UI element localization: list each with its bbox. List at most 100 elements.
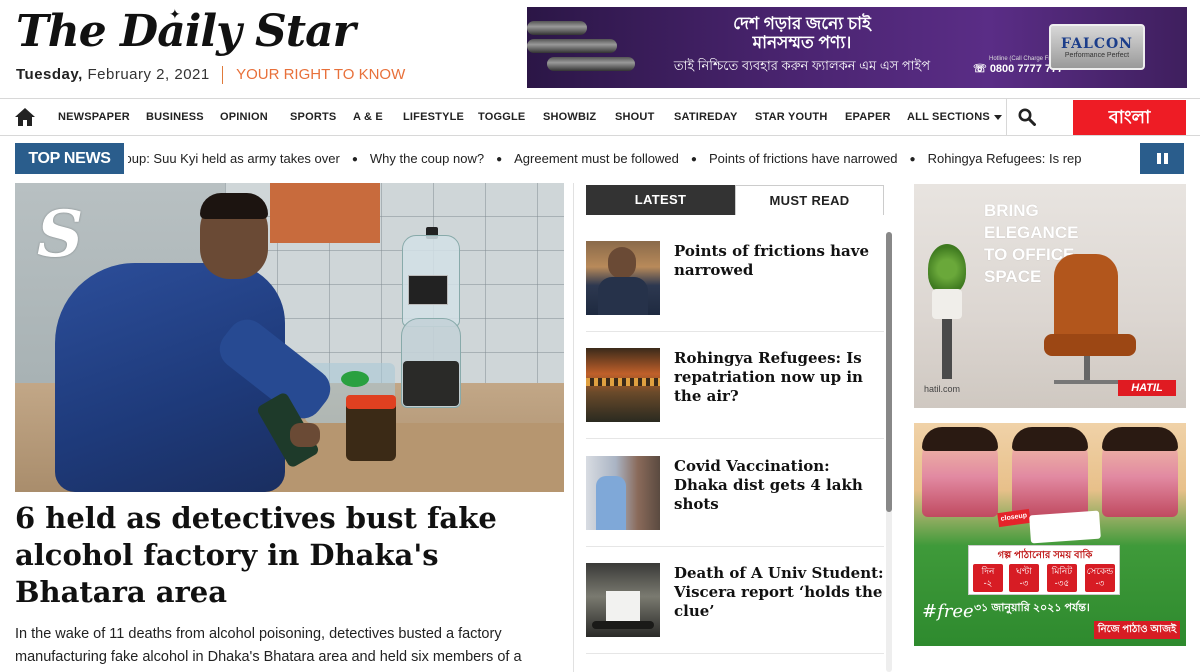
timer-cell-seconds: সেকেন্ড -৩ bbox=[1085, 564, 1115, 592]
search-icon[interactable] bbox=[1018, 108, 1036, 126]
list-separator bbox=[586, 653, 884, 654]
closeup-logo: closeup bbox=[997, 508, 1031, 528]
ad-deadline-date: ৩১ জানুয়ারি ২০২১ পর্যন্ত। bbox=[974, 602, 1090, 614]
news-thumbnail bbox=[586, 348, 660, 422]
list-item[interactable]: Rohingya Refugees: Is repatriation now u… bbox=[586, 339, 884, 439]
nav-item-star-youth[interactable]: STAR YOUTH bbox=[755, 111, 828, 123]
news-title[interactable]: Covid Vaccination: Dhaka dist gets 4 lak… bbox=[674, 457, 884, 514]
ticker-item[interactable]: Agreement must be followed bbox=[514, 151, 679, 166]
list-item[interactable]: Death of A Univ Student: Viscera report … bbox=[586, 554, 884, 654]
falcon-logo: FALCON Performance Perfect bbox=[1049, 24, 1145, 70]
ticker-item[interactable]: coup: Suu Kyi held as army takes over bbox=[128, 151, 340, 166]
ticker-label: TOP NEWS bbox=[15, 143, 124, 174]
timer-cell-hours: ঘণ্টা -৩ bbox=[1009, 564, 1039, 592]
plant-stand bbox=[942, 319, 952, 379]
tagline: YOUR RIGHT TO KNOW bbox=[236, 66, 406, 83]
chair-illustration bbox=[1054, 254, 1118, 344]
column-divider bbox=[573, 183, 574, 672]
timer-title: গল্প পাঠানোর সময় বাকি bbox=[997, 550, 1093, 561]
news-title[interactable]: Death of A Univ Student: Viscera report … bbox=[674, 564, 884, 621]
list-separator bbox=[586, 546, 884, 547]
nav-item-newspaper[interactable]: NEWSPAPER bbox=[58, 111, 130, 123]
news-thumbnail bbox=[586, 456, 660, 530]
list-separator bbox=[586, 331, 884, 332]
latest-tabs: LATEST MUST READ bbox=[586, 185, 884, 215]
ticker-track: coup: Suu Kyi held as army takes over ● Wh… bbox=[128, 143, 1134, 174]
hatil-url: hatil.com bbox=[924, 384, 961, 394]
news-thumbnail bbox=[586, 241, 660, 315]
star-s-logo: S bbox=[37, 197, 84, 272]
dateline-divider bbox=[222, 66, 224, 85]
closeup-ad[interactable]: closeup গল্প পাঠানোর সময় বাকি দিন -২ ঘণ্… bbox=[914, 423, 1186, 646]
news-title[interactable]: Points of frictions have narrowed bbox=[674, 242, 884, 280]
closeup-card bbox=[1029, 510, 1101, 544]
latest-news-list: Points of frictions have narrowed Rohing… bbox=[586, 232, 884, 672]
site-header: The Daily Star ✦ Tuesday, February 2, 20… bbox=[0, 0, 1200, 98]
hatil-logo: HATIL bbox=[1118, 380, 1176, 396]
date-day: Tuesday, bbox=[16, 66, 83, 83]
list-item[interactable]: Covid Vaccination: Dhaka dist gets 4 lak… bbox=[586, 447, 884, 547]
top-ad-line-3: তাই নিশ্চিতে ব্যবহার করুন ফ্যালকন এম এস … bbox=[673, 58, 931, 73]
chair-foot bbox=[1054, 380, 1124, 384]
list-item[interactable]: Points of frictions have narrowed bbox=[586, 232, 884, 332]
timer-unit: সেকেন্ড bbox=[1086, 566, 1114, 576]
nav-item-all-sections[interactable]: ALL SECTIONS bbox=[907, 111, 1002, 123]
timer-unit: দিন bbox=[981, 566, 995, 576]
countdown-timer: গল্প পাঠানোর সময় বাকি দিন -২ ঘণ্টা -৩ মিন… bbox=[968, 545, 1120, 595]
pipes-illustration bbox=[527, 21, 637, 71]
tab-latest[interactable]: LATEST bbox=[586, 185, 735, 215]
nav-item-epaper[interactable]: EPAPER bbox=[845, 111, 891, 123]
nav-item-showbiz[interactable]: SHOWBIZ bbox=[543, 111, 596, 123]
hatil-line-2: ELEGANCE bbox=[984, 223, 1079, 242]
timer-value: -২ bbox=[983, 578, 993, 588]
nav-item-sports[interactable]: SPORTS bbox=[290, 111, 336, 123]
nav-item-arts-entertainment[interactable]: A & E bbox=[353, 111, 383, 123]
main-story-image[interactable]: S bbox=[15, 183, 564, 492]
timer-cell-days: দিন -২ bbox=[973, 564, 1003, 592]
timer-unit: মিনিট bbox=[1051, 566, 1073, 576]
timer-value: -৩৫ bbox=[1054, 578, 1070, 588]
news-title[interactable]: Rohingya Refugees: Is repatriation now u… bbox=[674, 349, 884, 406]
logo-star-ornament: ✦ bbox=[169, 6, 181, 22]
timer-value: -৩ bbox=[1095, 578, 1105, 588]
plant-pot bbox=[932, 289, 962, 319]
bullet-icon: ● bbox=[909, 154, 916, 165]
pause-icon[interactable] bbox=[1140, 143, 1184, 174]
nav-item-business[interactable]: BUSINESS bbox=[146, 111, 204, 123]
ticker-item[interactable]: Points of frictions have narrowed bbox=[709, 151, 898, 166]
nav-item-satireday[interactable]: SATIREDAY bbox=[674, 111, 738, 123]
timer-unit: ঘণ্টা bbox=[1016, 566, 1032, 576]
hatil-line-1: BRING bbox=[984, 201, 1039, 220]
nav-item-shout[interactable]: SHOUT bbox=[615, 111, 655, 123]
site-logo[interactable]: The Daily Star bbox=[16, 6, 356, 57]
ticker-item[interactable]: Why the coup now? bbox=[370, 151, 484, 166]
nav-item-toggle[interactable]: TOGGLE bbox=[478, 111, 525, 123]
top-news-ticker: TOP NEWS coup: Suu Kyi held as army take… bbox=[0, 141, 1200, 176]
nav-divider bbox=[1006, 99, 1007, 135]
dateline: Tuesday, February 2, 2021 YOUR RIGHT TO … bbox=[16, 66, 406, 85]
top-ad-line-2: মানসম্মত পণ্য। bbox=[752, 33, 852, 52]
tab-must-read[interactable]: MUST READ bbox=[735, 185, 884, 215]
ticker-item[interactable]: Rohingya Refugees: Is rep bbox=[928, 151, 1082, 166]
main-headline[interactable]: 6 held as detectives bust fake alcohol f… bbox=[15, 500, 565, 611]
nav-item-opinion[interactable]: OPINION bbox=[220, 111, 268, 123]
timer-cell-minutes: মিনিট -৩৫ bbox=[1047, 564, 1077, 592]
date-text: February 2, 2021 bbox=[87, 66, 210, 83]
falcon-brand-sub: Performance Perfect bbox=[1064, 52, 1130, 59]
bullet-icon: ● bbox=[496, 154, 503, 165]
home-icon[interactable] bbox=[14, 107, 36, 127]
bangla-edition-button[interactable]: বাংলা bbox=[1073, 100, 1186, 135]
list-separator bbox=[586, 438, 884, 439]
page: The Daily Star ✦ Tuesday, February 2, 20… bbox=[0, 0, 1200, 672]
nav-item-lifestyle[interactable]: LIFESTYLE bbox=[403, 111, 464, 123]
top-ad-banner[interactable]: দেশ গড়ার জন্যে চাই মানসম্মত পণ্য। তাই ন… bbox=[527, 7, 1187, 88]
caret-down-icon bbox=[993, 114, 1002, 120]
main-summary: In the wake of 11 deaths from alcohol po… bbox=[15, 626, 522, 665]
main-nav: NEWSPAPER BUSINESS OPINION SPORTS A & E … bbox=[0, 98, 1200, 136]
closeup-cta-button[interactable]: নিজে পাঠাও আজই bbox=[1094, 621, 1180, 639]
top-ad-line-1: দেশ গড়ার জন্যে চাই bbox=[733, 14, 871, 33]
latest-scrollbar[interactable] bbox=[886, 232, 892, 512]
hatil-ad[interactable]: BRING ELEGANCE TO OFFICE SPACE hatil.com… bbox=[914, 184, 1186, 408]
falcon-brand: FALCON bbox=[1061, 36, 1133, 52]
top-ad-headline: দেশ গড়ার জন্যে চাই মানসম্মত পণ্য। bbox=[637, 14, 967, 52]
